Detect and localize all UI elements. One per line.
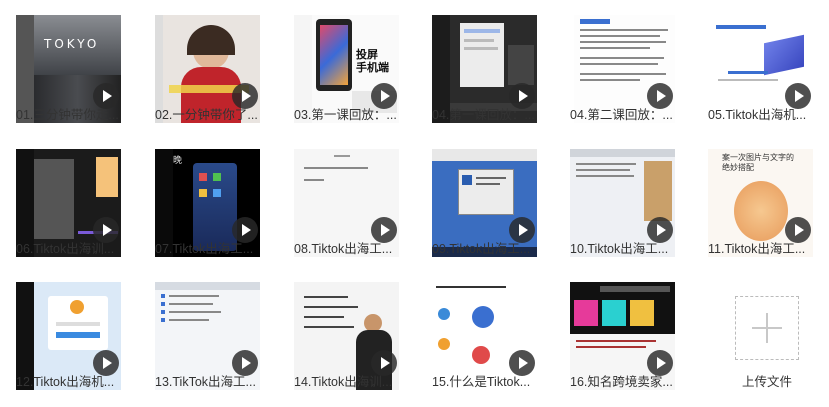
video-title[interactable]: 12.Tiktok出海机... — [16, 371, 134, 390]
video-title[interactable]: 04.第一课回放：... — [432, 104, 550, 123]
video-item[interactable]: 09.Tiktok出海工... — [432, 149, 554, 274]
video-item[interactable]: 08.Tiktok出海工... — [294, 149, 416, 274]
video-item[interactable]: 02.一分钟带你了... — [155, 15, 277, 140]
thumb-caption: 投屏 手机端 — [356, 49, 389, 74]
plus-icon[interactable] — [735, 296, 799, 360]
video-item[interactable]: 13.TikTok出海工... — [155, 282, 277, 407]
video-item[interactable]: 16.知名跨境卖家... — [570, 282, 692, 407]
video-title[interactable]: 08.Tiktok出海工... — [294, 238, 412, 257]
video-title[interactable]: 04.第二课回放：... — [570, 104, 688, 123]
video-item[interactable]: 12.Tiktok出海机... — [16, 282, 138, 407]
video-title[interactable]: 07.Tiktok出海工... — [155, 238, 273, 257]
video-title[interactable]: 10.Tiktok出海工... — [570, 238, 688, 257]
video-title[interactable]: 01.三分钟带你走... — [16, 104, 134, 123]
video-title[interactable]: 15.什么是Tiktok... — [432, 371, 550, 390]
video-item[interactable]: 14.Tiktok出海训... — [294, 282, 416, 407]
video-item[interactable]: 投屏 手机端 03.第一课回放：... — [294, 15, 416, 140]
video-title[interactable]: 05.Tiktok出海机... — [708, 104, 826, 123]
upload-tile[interactable]: 上传文件 — [708, 282, 829, 407]
video-item[interactable]: TOKYO 01.三分钟带你走... — [16, 15, 138, 140]
video-title[interactable]: 02.一分钟带你了... — [155, 104, 273, 123]
video-item[interactable]: 15.什么是Tiktok... — [432, 282, 554, 407]
video-title[interactable]: 13.TikTok出海工... — [155, 371, 273, 390]
video-title[interactable]: 14.Tiktok出海训... — [294, 371, 412, 390]
video-title[interactable]: 09.Tiktok出海工... — [432, 238, 550, 257]
thumb-caption: 案一次图片与文字的 绝妙搭配 — [722, 153, 794, 172]
video-item[interactable]: 04.第二课回放：... — [570, 15, 692, 140]
video-item[interactable]: 05.Tiktok出海机... — [708, 15, 829, 140]
video-title[interactable]: 06.Tiktok出海训... — [16, 238, 134, 257]
thumb-caption: 晚 — [173, 155, 183, 165]
video-title[interactable]: 11.Tiktok出海工... — [708, 238, 826, 257]
video-item[interactable]: 06.Tiktok出海训... — [16, 149, 138, 274]
video-grid: TOKYO 01.三分钟带你走... 02.一分钟带你了... 投屏 手机端 0… — [0, 0, 829, 405]
video-item[interactable]: 10.Tiktok出海工... — [570, 149, 692, 274]
video-item[interactable]: 晚 07.Tiktok出海工... — [155, 149, 277, 274]
video-title[interactable]: 03.第一课回放：... — [294, 104, 412, 123]
video-item[interactable]: 04.第一课回放：... — [432, 15, 554, 140]
upload-file-label[interactable]: 上传文件 — [708, 371, 826, 390]
thumb-caption: TOKYO — [44, 37, 100, 51]
video-title[interactable]: 16.知名跨境卖家... — [570, 371, 688, 390]
video-item[interactable]: 案一次图片与文字的 绝妙搭配 11.Tiktok出海工... — [708, 149, 829, 274]
